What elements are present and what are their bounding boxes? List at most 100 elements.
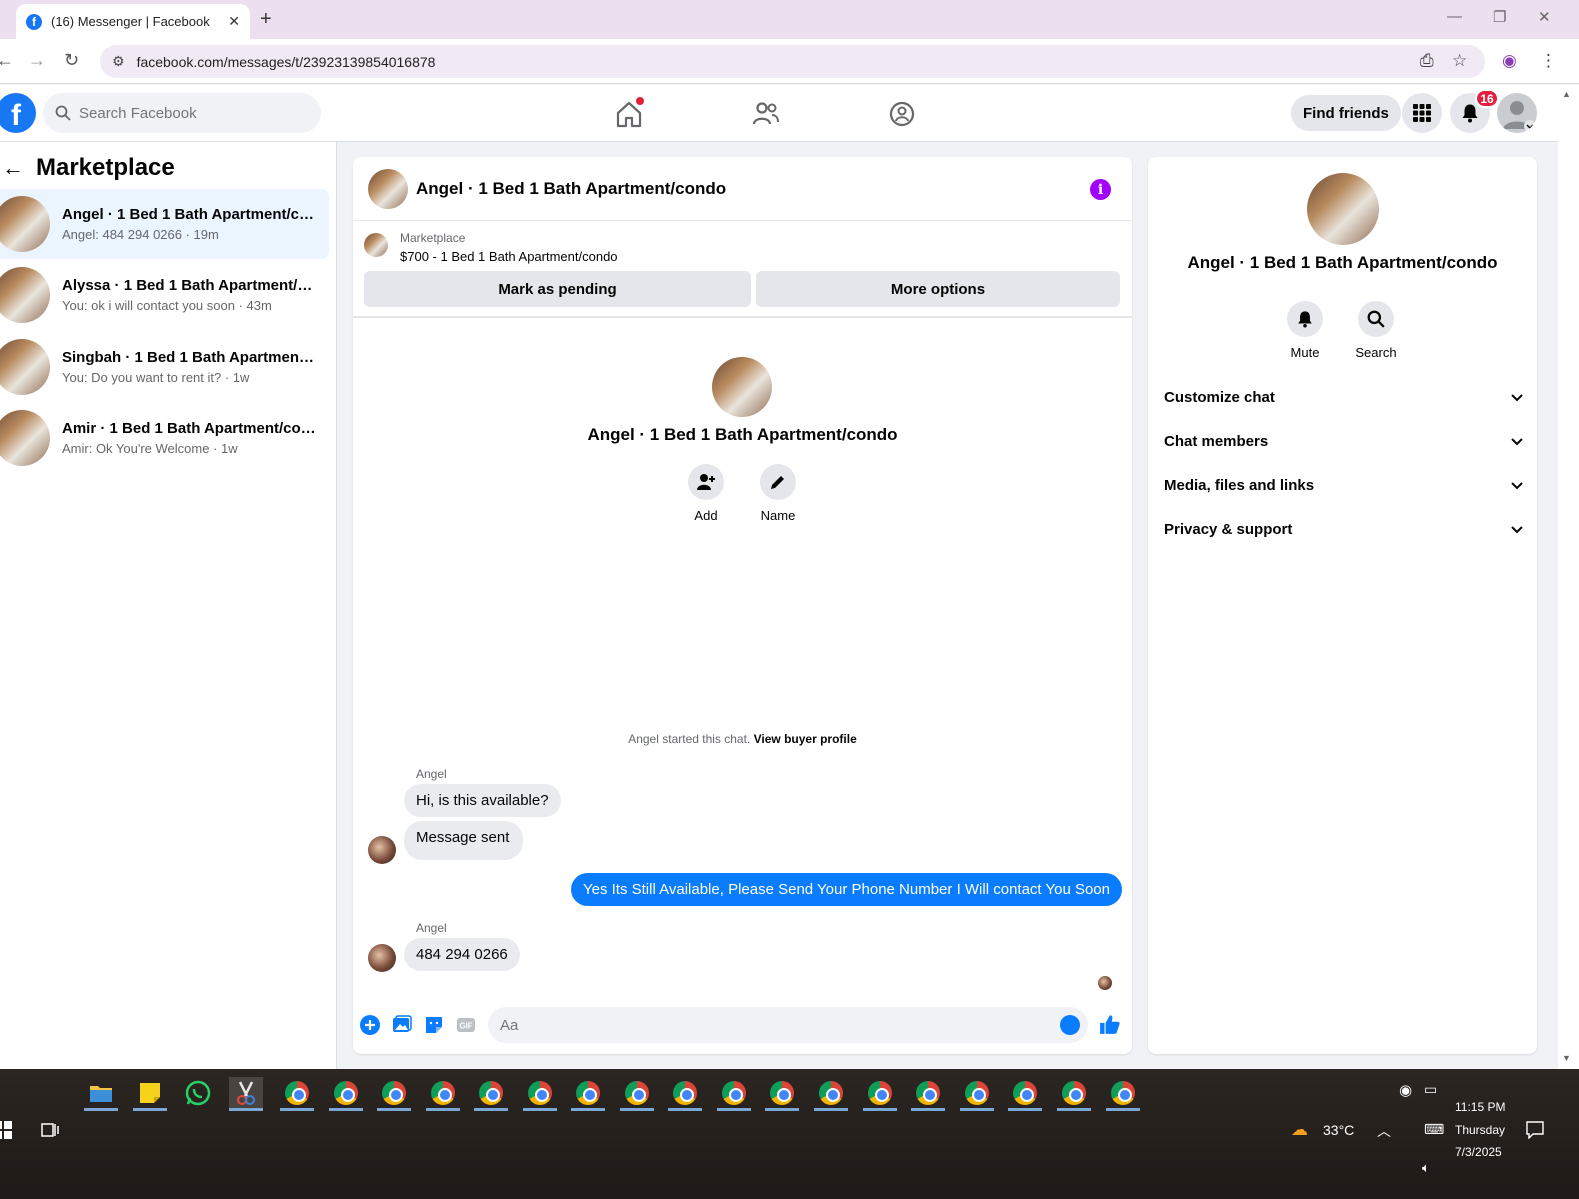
clock-date[interactable]: 7/3/2025 bbox=[1455, 1145, 1502, 1159]
more-options-button[interactable]: More options bbox=[756, 271, 1120, 307]
taskbar-file-explorer[interactable] bbox=[84, 1077, 118, 1111]
mark-as-pending-button[interactable]: Mark as pending bbox=[364, 271, 751, 307]
privacy-support-section[interactable]: Privacy & support bbox=[1164, 507, 1524, 551]
taskbar-chrome-window[interactable] bbox=[377, 1077, 411, 1111]
view-buyer-profile-link[interactable]: View buyer profile bbox=[754, 732, 857, 746]
install-app-icon[interactable]: ⎙ bbox=[1420, 51, 1434, 71]
home-nav[interactable] bbox=[612, 97, 646, 131]
sticker-icon[interactable] bbox=[424, 1015, 444, 1035]
incoming-message[interactable]: Hi, is this available? bbox=[404, 784, 561, 817]
taskbar-snipping-tool[interactable] bbox=[229, 1077, 263, 1111]
taskbar-chrome-window[interactable] bbox=[1057, 1077, 1091, 1111]
edit-name-button[interactable]: Name bbox=[748, 464, 808, 523]
info-icon[interactable]: i bbox=[1090, 179, 1111, 200]
emoji-icon[interactable] bbox=[1060, 1015, 1080, 1035]
temperature[interactable]: 33°C bbox=[1323, 1122, 1354, 1138]
weather-icon[interactable]: ☁ bbox=[1291, 1120, 1308, 1140]
gif-icon[interactable]: GIF bbox=[456, 1015, 476, 1035]
friends-nav[interactable] bbox=[749, 97, 783, 131]
taskbar-chrome-window[interactable] bbox=[668, 1077, 702, 1111]
taskbar-chrome-window[interactable] bbox=[814, 1077, 848, 1111]
menu-button[interactable] bbox=[1402, 93, 1442, 133]
plus-circle-icon[interactable] bbox=[360, 1015, 380, 1035]
new-tab-icon[interactable]: + bbox=[260, 8, 272, 31]
page-scrollbar[interactable]: ▲ ▼ bbox=[1558, 85, 1579, 1069]
chat-members-section[interactable]: Chat members bbox=[1164, 419, 1524, 463]
taskbar-chrome-window[interactable] bbox=[911, 1077, 945, 1111]
search-in-chat-button[interactable]: Search bbox=[1346, 301, 1406, 360]
taskbar-chrome-window[interactable] bbox=[1008, 1077, 1042, 1111]
taskbar-chrome-window[interactable] bbox=[571, 1077, 605, 1111]
account-avatar[interactable] bbox=[1497, 93, 1537, 133]
forward-icon[interactable]: → bbox=[28, 50, 46, 71]
minimize-icon[interactable]: — bbox=[1447, 8, 1462, 25]
photo-icon[interactable] bbox=[392, 1015, 412, 1035]
incoming-message[interactable]: Message sent bbox=[404, 821, 524, 860]
notification-center-icon[interactable] bbox=[1526, 1121, 1544, 1139]
taskbar-whatsapp[interactable] bbox=[181, 1077, 215, 1111]
close-tab-icon[interactable]: ✕ bbox=[228, 13, 240, 30]
reload-icon[interactable]: ↻ bbox=[64, 50, 79, 71]
taskbar-chrome-window[interactable] bbox=[280, 1077, 314, 1111]
name-label: Name bbox=[760, 508, 796, 523]
message-input[interactable] bbox=[488, 1007, 1048, 1043]
customize-chat-section[interactable]: Customize chat bbox=[1164, 375, 1524, 419]
meet-now-icon[interactable]: ⌨ bbox=[1424, 1121, 1444, 1138]
conversation-item[interactable]: Alyssa · 1 Bed 1 Bath Apartment/condo Yo… bbox=[0, 260, 329, 330]
taskbar-chrome-window[interactable] bbox=[329, 1077, 363, 1111]
scroll-up-icon[interactable]: ▲ bbox=[1562, 89, 1571, 99]
groups-nav[interactable] bbox=[885, 97, 919, 131]
browser-profile-icon[interactable]: ◉ bbox=[1502, 51, 1517, 71]
taskbar-chrome-window[interactable] bbox=[717, 1077, 751, 1111]
chevron-up-icon[interactable]: ︿ bbox=[1377, 1121, 1391, 1141]
browser-menu-icon[interactable]: ⋮ bbox=[1540, 51, 1557, 71]
facebook-search[interactable] bbox=[43, 93, 321, 133]
chat-title[interactable]: Angel · 1 Bed 1 Bath Apartment/condo bbox=[416, 179, 726, 199]
browser-tab[interactable]: f (16) Messenger | Facebook ✕ bbox=[16, 4, 250, 39]
facebook-logo-icon[interactable]: f bbox=[0, 93, 36, 133]
media-files-links-section[interactable]: Media, files and links bbox=[1164, 463, 1524, 507]
volume-icon[interactable]: 🔈︎ bbox=[1422, 1160, 1430, 1176]
scroll-down-icon[interactable]: ▼ bbox=[1562, 1053, 1571, 1063]
sender-avatar[interactable] bbox=[368, 836, 396, 864]
chat-avatar[interactable] bbox=[368, 168, 408, 209]
task-view-icon[interactable] bbox=[41, 1121, 59, 1139]
conversation-item[interactable]: Angel · 1 Bed 1 Bath Apartment/condo Ang… bbox=[0, 189, 329, 259]
restore-icon[interactable]: ❐ bbox=[1493, 8, 1506, 26]
back-icon[interactable]: ← bbox=[0, 50, 14, 71]
taskbar-chrome-window[interactable] bbox=[474, 1077, 508, 1111]
taskbar-chrome-window[interactable] bbox=[960, 1077, 994, 1111]
url-bar[interactable]: ⚙ facebook.com/messages/t/23923139854016… bbox=[100, 45, 1485, 78]
incoming-message[interactable]: 484 294 0266 bbox=[404, 938, 520, 971]
clock-time[interactable]: 11:15 PM bbox=[1455, 1100, 1505, 1114]
taskbar-chrome-window[interactable] bbox=[765, 1077, 799, 1111]
thumbs-up-icon[interactable] bbox=[1099, 1013, 1121, 1035]
find-friends-button[interactable]: Find friends bbox=[1291, 95, 1401, 131]
sender-avatar[interactable] bbox=[368, 944, 396, 972]
listing-title[interactable]: $700 - 1 Bed 1 Bath Apartment/condo bbox=[400, 249, 618, 264]
add-people-button[interactable]: Add bbox=[676, 464, 736, 523]
conversation-item[interactable]: Singbah · 1 Bed 1 Bath Apartment/condo Y… bbox=[0, 332, 329, 402]
conversation-item[interactable]: Amir · 1 Bed 1 Bath Apartment/condo Amir… bbox=[0, 403, 329, 473]
panel-title: Marketplace bbox=[36, 154, 175, 181]
close-window-icon[interactable]: ✕ bbox=[1538, 8, 1551, 26]
listing-thumbnail[interactable] bbox=[364, 233, 388, 257]
search-input[interactable] bbox=[79, 104, 299, 122]
taskbar-chrome-window[interactable] bbox=[1106, 1077, 1140, 1111]
taskbar-chrome-window[interactable] bbox=[426, 1077, 460, 1111]
taskbar-chrome-window[interactable] bbox=[523, 1077, 557, 1111]
info-avatar[interactable] bbox=[1307, 173, 1379, 245]
taskbar-sticky-notes[interactable] bbox=[133, 1077, 167, 1111]
windows-start-icon[interactable] bbox=[0, 1121, 12, 1139]
site-settings-icon[interactable]: ⚙ bbox=[112, 53, 125, 70]
record-icon[interactable]: ◉ bbox=[1399, 1081, 1412, 1099]
clock-day[interactable]: Thursday bbox=[1455, 1123, 1505, 1137]
section-label: Customize chat bbox=[1164, 388, 1275, 406]
display-icon[interactable]: ▭ bbox=[1424, 1081, 1437, 1098]
back-arrow-icon[interactable]: ← bbox=[2, 155, 24, 181]
taskbar-chrome-window[interactable] bbox=[863, 1077, 897, 1111]
taskbar-chrome-window[interactable] bbox=[620, 1077, 654, 1111]
bookmark-star-icon[interactable]: ☆ bbox=[1452, 51, 1467, 71]
mute-button[interactable]: Mute bbox=[1275, 301, 1335, 360]
outgoing-message[interactable]: Yes Its Still Available, Please Send You… bbox=[570, 873, 1122, 906]
